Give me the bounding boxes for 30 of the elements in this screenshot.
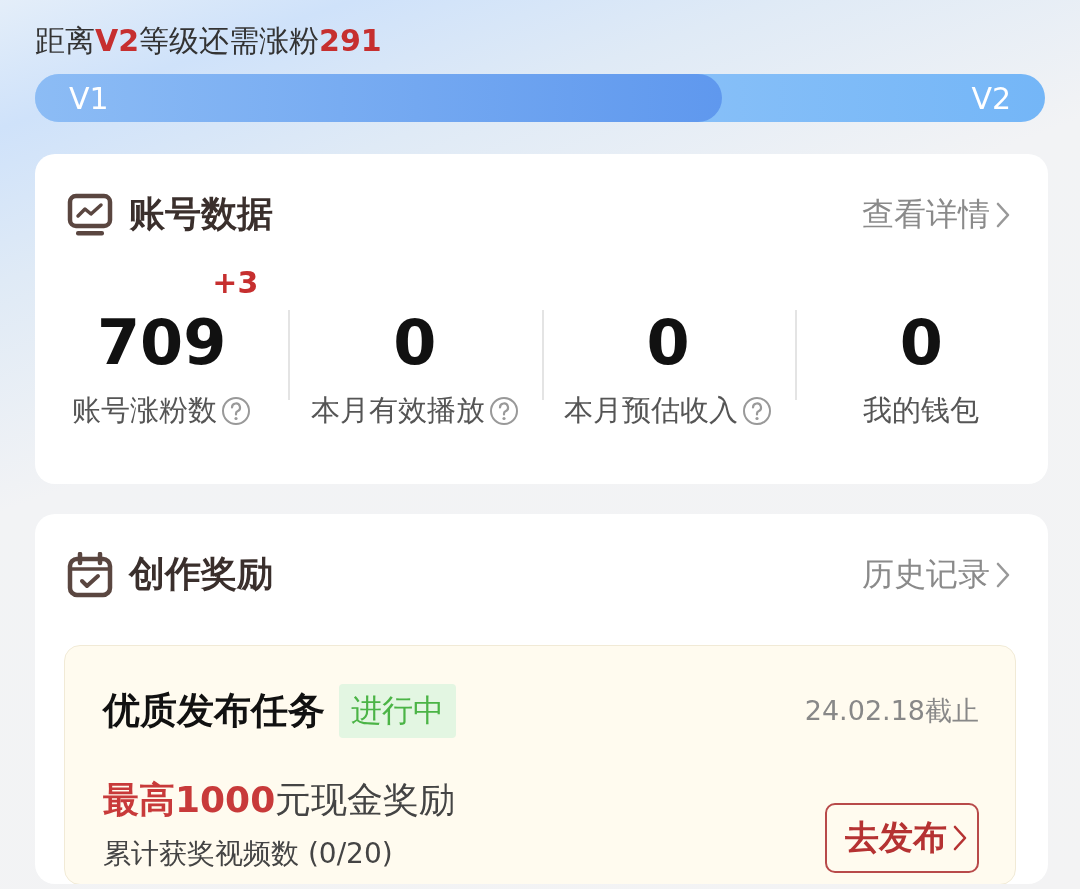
task-deadline: 24.02.18截止 [804,694,979,728]
reward-text: 最高1000元现金奖励 [103,778,456,822]
publish-button[interactable]: 去发布 [825,803,979,873]
stat-label: 本月预估收入 [564,392,739,429]
monitor-chart-icon [67,191,113,238]
stat-label: 本月有效播放 [310,392,485,429]
calendar-check-icon [67,551,113,598]
section-link[interactable]: 查看详情 [862,192,1010,237]
help-icon[interactable] [221,396,252,426]
stat-delta: +3 [212,265,259,300]
stat-value: 0 [393,309,437,377]
stat-value: 0 [646,309,690,377]
section-title: 账号数据 [129,192,273,236]
task-progress-text: 累计获奖视频数 (0/20) [103,836,394,872]
level-progress-text: 距离V2等级还需涨粉291 [35,22,382,60]
chevron-right-icon [996,201,1010,228]
task-title: 优质发布任务 [103,688,325,734]
stat-value: 0 [899,309,943,377]
section-title: 创作奖励 [129,552,273,596]
level-label: V2 [970,80,1012,116]
status-badge: 进行中 [339,684,456,738]
stat-label: 账号涨粉数 [72,392,218,429]
chevron-right-icon [953,825,967,851]
stat-value: 709 [96,309,227,377]
stat-label: 我的钱包 [863,392,980,429]
chevron-right-icon [996,561,1010,588]
help-icon[interactable] [488,396,519,426]
help-icon[interactable] [742,396,773,426]
section-link[interactable]: 历史记录 [862,552,1010,597]
level-label: V1 [68,80,110,116]
